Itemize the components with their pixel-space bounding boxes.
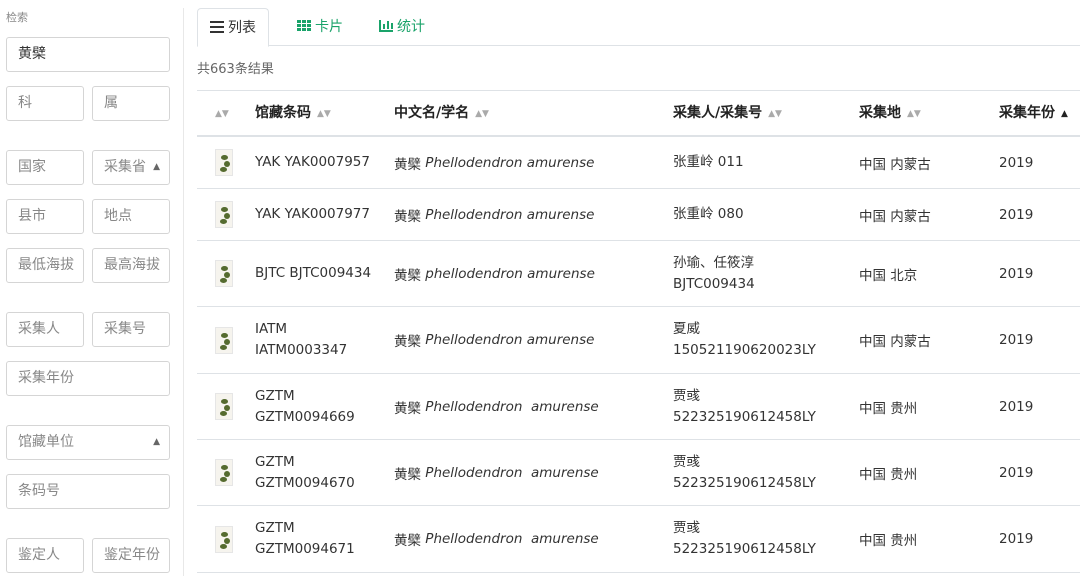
year-cell: 2019 — [999, 531, 1034, 547]
year-cell: 2019 — [999, 206, 1034, 223]
collector-cell: 贾彧 522325190612458LY — [673, 520, 816, 557]
family-input[interactable]: 科 — [6, 86, 84, 121]
barcode-cell[interactable]: IATM IATM0003347 — [255, 307, 390, 373]
sidebar-divider — [183, 8, 184, 576]
place-cell: 中国 贵州 — [859, 533, 918, 549]
specimen-thumbnail[interactable] — [209, 241, 239, 306]
tab-list[interactable]: 列表 — [197, 8, 269, 47]
sort-icon: ▲▼ — [907, 109, 921, 119]
name-cell: 黄檗 Phellodendron amurense — [394, 206, 595, 225]
year-cell: 2019 — [999, 332, 1034, 348]
name-cell: 黄檗 Phellodendron amurense — [394, 531, 599, 549]
locality-input[interactable]: 地点 — [92, 199, 170, 234]
barcode-cell[interactable]: GZTM GZTM0094671 — [255, 506, 390, 572]
specimen-thumbnail[interactable] — [209, 189, 239, 240]
collection-number-input[interactable]: 采集号 — [92, 312, 170, 347]
collection-year-input[interactable]: 采集年份 — [6, 361, 170, 396]
tab-cards[interactable]: 卡片 — [285, 8, 355, 46]
year-cell: 2019 — [999, 154, 1034, 171]
sort-ascending-icon: ▲ — [1061, 109, 1068, 119]
sidebar-title: 检索 — [6, 11, 28, 24]
name-cell: 黄檗 Phellodendron amurense — [394, 332, 595, 350]
place-cell: 中国 北京 — [859, 267, 918, 284]
keyword-input[interactable]: 黄檗 — [6, 37, 170, 72]
barcode-cell[interactable]: YAK YAK0007957 — [255, 137, 390, 188]
specimen-image — [215, 201, 233, 228]
county-input[interactable]: 县市 — [6, 199, 84, 234]
table-header: ▲▼ 馆藏条码 ▲▼ 中文名/学名 ▲▼ 采集人/采集号 ▲▼ 采集地 ▲▼ 采集年份 ▲ — [197, 90, 1080, 137]
collector-cell: 贾彧 522325190612458LY — [673, 387, 816, 425]
barcode-cell[interactable]: GZTM GZTM0094670 — [255, 440, 390, 505]
tab-stats[interactable]: 统计 — [367, 8, 437, 46]
result-count: 共663条结果 — [197, 62, 274, 77]
sort-icon: ▲▼ — [768, 109, 782, 119]
max-altitude-input[interactable]: 最高海拔 — [92, 248, 170, 283]
specimen-image — [215, 393, 233, 420]
collector-cell: 张重岭 011 — [673, 154, 744, 170]
table-row[interactable]: IATM IATM0003347 黄檗 Phellodendron amurense… — [197, 307, 1080, 374]
name-cell: 黄檗 Phellodendron amurense — [394, 464, 599, 483]
place-cell: 中国 内蒙古 — [859, 156, 931, 173]
year-cell: 2019 — [999, 265, 1034, 282]
sort-icon: ▲▼ — [317, 109, 331, 119]
specimen-thumbnail[interactable] — [209, 374, 239, 439]
table-row[interactable]: GZTM GZTM0094671 黄檗 Phellodendron amurense… — [197, 506, 1080, 573]
province-select[interactable]: 采集省 ▲ — [92, 150, 170, 185]
barcode-cell[interactable]: BJTC BJTC009434 — [255, 241, 390, 306]
specimen-thumbnail[interactable] — [209, 506, 239, 572]
caret-up-icon: ▲ — [153, 437, 160, 447]
grid-icon — [297, 20, 311, 32]
bar-chart-icon — [379, 20, 393, 32]
specimen-thumbnail[interactable] — [209, 307, 239, 373]
collector-cell: 夏威 150521190620023LY — [673, 321, 816, 358]
min-altitude-input[interactable]: 最低海拔 — [6, 248, 84, 283]
specimen-image — [215, 260, 233, 287]
barcode-input[interactable]: 条码号 — [6, 474, 170, 509]
search-sidebar: 检索 黄檗 科 属 国家 采集省 ▲ 县市 地点 最低海拔 最高海拔 采集人 采集… — [0, 0, 180, 576]
table-row[interactable]: GZTM GZTM0094669 黄檗 Phellodendron amurense… — [197, 374, 1080, 440]
specimen-thumbnail[interactable] — [209, 440, 239, 505]
table-row[interactable]: GZTM GZTM0094670 黄檗 Phellodendron amurense… — [197, 440, 1080, 506]
sort-icon[interactable]: ▲▼ — [215, 91, 229, 136]
identification-year-input[interactable]: 鉴定年份 — [92, 538, 170, 573]
identifier-input[interactable]: 鉴定人 — [6, 538, 84, 573]
country-input[interactable]: 国家 — [6, 150, 84, 185]
specimen-thumbnail[interactable] — [209, 137, 239, 188]
year-cell: 2019 — [999, 398, 1034, 415]
header-collector[interactable]: 采集人/采集号 ▲▼ — [673, 91, 782, 136]
header-year[interactable]: 采集年份 ▲ — [999, 91, 1068, 136]
header-name[interactable]: 中文名/学名 ▲▼ — [394, 91, 489, 136]
view-tabs: 列表 卡片 统计 — [197, 8, 1080, 47]
name-cell: 黄檗 phellodendron amurense — [394, 265, 595, 284]
collector-cell: 张重岭 080 — [673, 206, 744, 222]
specimen-image — [215, 149, 233, 176]
collector-cell: 贾彧 522325190612458LY — [673, 453, 816, 491]
collector-input[interactable]: 采集人 — [6, 312, 84, 347]
specimen-image — [215, 459, 233, 486]
table-row[interactable]: YAK YAK0007957 黄檗 Phellodendron amurense 张… — [197, 137, 1080, 189]
name-cell: 黄檗 Phellodendron amurense — [394, 398, 599, 417]
table-row[interactable]: YAK YAK0007977 黄檗 Phellodendron amurense 张… — [197, 189, 1080, 241]
list-icon — [210, 21, 224, 33]
caret-up-icon: ▲ — [153, 162, 160, 172]
sort-icon: ▲▼ — [475, 109, 489, 119]
place-cell: 中国 贵州 — [859, 466, 918, 483]
genus-input[interactable]: 属 — [92, 86, 170, 121]
collector-cell: 孙瑜、任筱淳 BJTC009434 — [673, 254, 755, 292]
header-place[interactable]: 采集地 ▲▼ — [859, 91, 921, 136]
place-cell: 中国 内蒙古 — [859, 208, 931, 225]
specimen-image — [215, 326, 233, 354]
barcode-cell[interactable]: GZTM GZTM0094669 — [255, 374, 390, 439]
results-table: ▲▼ 馆藏条码 ▲▼ 中文名/学名 ▲▼ 采集人/采集号 ▲▼ 采集地 ▲▼ 采集年份 ▲… — [197, 90, 1080, 573]
year-cell: 2019 — [999, 464, 1034, 481]
table-row[interactable]: BJTC BJTC009434 黄檗 phellodendron amurense… — [197, 241, 1080, 307]
table-body: YAK YAK0007957 黄檗 Phellodendron amurense 张… — [197, 137, 1080, 573]
header-barcode[interactable]: 馆藏条码 ▲▼ — [255, 91, 331, 136]
place-cell: 中国 内蒙古 — [859, 334, 931, 350]
name-cell: 黄檗 Phellodendron amurense — [394, 154, 595, 173]
specimen-image — [215, 525, 233, 553]
place-cell: 中国 贵州 — [859, 400, 918, 417]
institution-select[interactable]: 馆藏单位 ▲ — [6, 425, 170, 460]
barcode-cell[interactable]: YAK YAK0007977 — [255, 189, 390, 240]
